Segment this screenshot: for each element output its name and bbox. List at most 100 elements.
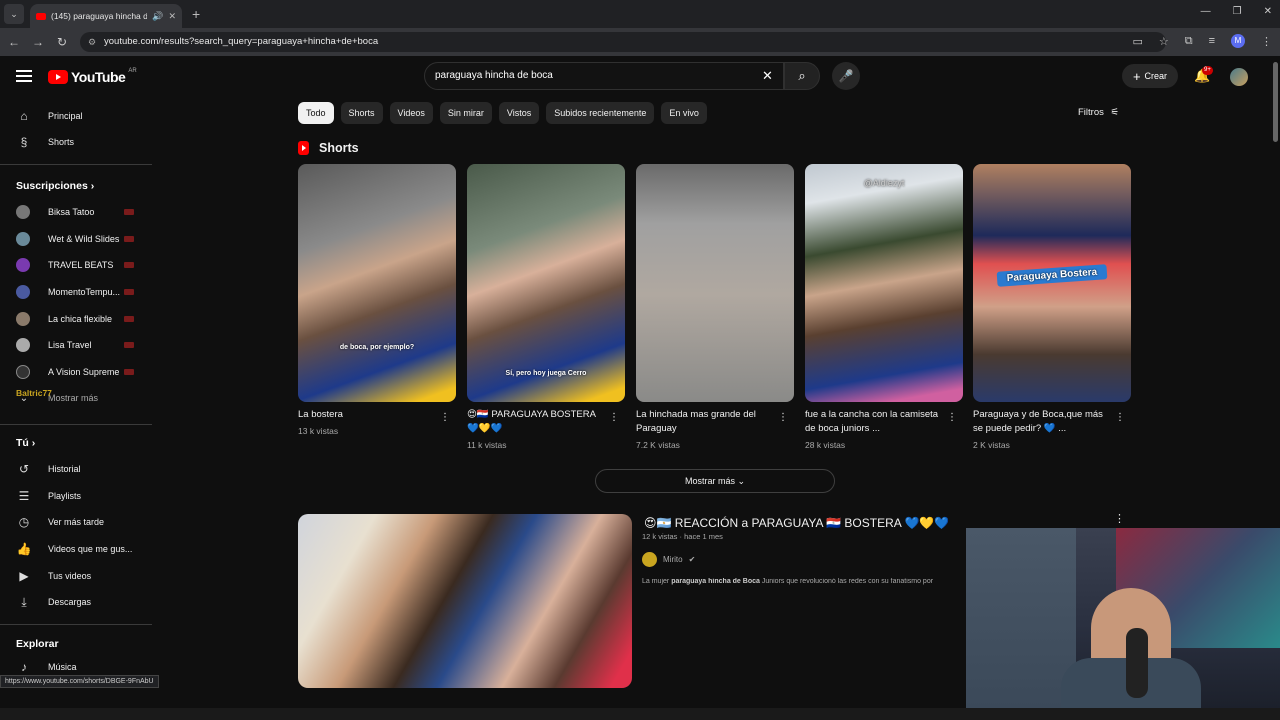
video-thumbnail[interactable] [298,514,632,688]
scrollbar[interactable] [1272,60,1280,708]
verified-icon: ✔ [688,555,696,564]
account-avatar[interactable] [1230,68,1248,86]
search-button[interactable]: ⌕ [784,62,820,90]
sidebar-item-liked-videos[interactable]: 👍 Videos que me gus... [16,539,146,559]
window-close-icon[interactable]: ✕ [1264,6,1272,17]
sidebar-item-principal[interactable]: ⌂ Principal [16,106,146,126]
tab-close-icon[interactable]: ✕ [168,11,176,22]
more-options-icon[interactable]: ⋮ [609,412,619,423]
sidebar-divider [0,624,152,625]
sidebar-item-playlists[interactable]: ☰ Playlists [16,486,146,506]
more-options-icon[interactable]: ⋮ [1115,412,1125,423]
short-card[interactable]: La hinchada mas grande del Paraguay 7.2 … [636,164,794,450]
subscription-label: A Vision Supreme [48,367,120,377]
short-thumbnail[interactable]: Sí, pero hoy juega Cerro [467,164,625,402]
speaker-icon[interactable]: 🔊 [152,11,163,22]
short-views: 7.2 K vistas [636,440,680,450]
sidebar-item-downloads[interactable]: ⤓ Descargas [16,592,146,612]
chip-vistos[interactable]: Vistos [498,102,540,124]
short-card[interactable]: Paraguaya Bostera Paraguaya y de Boca,qu… [973,164,1131,450]
more-options-icon[interactable]: ⋮ [778,412,788,423]
short-title[interactable]: Paraguaya y de Boca,que más se puede ped… [973,408,1111,436]
subscription-label: MomentoTempu... [48,287,121,297]
chip-shorts[interactable]: Shorts [340,102,383,124]
sidebar-item-historial[interactable]: ↺ Historial [16,459,146,479]
sidebar: ⌂ Principal § Shorts Suscripciones › Bik… [0,98,152,688]
address-bar[interactable]: ⚙ youtube.com/results?search_query=parag… [80,32,1166,52]
short-thumbnail[interactable]: @Aldiezyt [805,164,963,402]
scrollbar-thumb[interactable] [1273,62,1278,142]
sidebar-item-label: Música [48,662,77,672]
short-title[interactable]: fue a la cancha con la camiseta de boca … [805,408,943,436]
reload-icon[interactable]: ↻ [50,35,74,49]
video-title[interactable]: 😍🇦🇷 REACCIÓN a PARAGUAYA 🇵🇾 BOSTERA 💙💛💙 [644,516,949,530]
sidebar-item-shorts[interactable]: § Shorts [16,132,146,152]
youtube-logo[interactable]: YouTube AR [48,68,137,85]
chip-todo[interactable]: Todo [298,102,334,124]
chip-subidos-recientemente[interactable]: Subidos recientemente [546,102,655,124]
sidebar-divider [0,164,152,165]
voice-search-button[interactable]: 🎤 [832,62,860,90]
subscription-label: Biksa Tatoo [48,207,95,217]
maximize-icon[interactable]: ❐ [1233,6,1242,17]
short-card[interactable]: de boca, por ejemplo? La bostera 13 k vi… [298,164,456,436]
url-text: youtube.com/results?search_query=paragua… [104,36,379,47]
channel-avatar [16,258,30,272]
short-thumbnail[interactable]: Paraguaya Bostera [973,164,1131,402]
home-icon: ⌂ [20,109,28,123]
forward-icon[interactable]: → [26,35,50,49]
sidebar-item-music[interactable]: ♪ Música [16,657,146,677]
short-views: 28 k vistas [805,440,846,450]
browser-menu-icon[interactable]: ⋮ [1261,35,1272,48]
sidebar-item-watch-later[interactable]: ◷ Ver más tarde [16,512,146,532]
subscriptions-heading[interactable]: Suscripciones › [16,180,94,192]
short-card[interactable]: Sí, pero hoy juega Cerro 😍🇵🇾 PARAGUAYA B… [467,164,625,450]
channel-avatar [16,338,30,352]
create-button[interactable]: + Crear [1122,64,1178,88]
hamburger-menu-icon[interactable] [16,70,32,82]
profile-avatar[interactable]: M [1231,34,1245,48]
sidebar-item-your-videos[interactable]: ▶ Tus videos [16,566,146,586]
filter-chips: Todo Shorts Videos Sin mirar Vistos Subi… [298,102,707,124]
filters-button[interactable]: Filtros ⚟ [1078,107,1119,118]
minimize-icon[interactable]: — [1201,6,1211,17]
short-thumbnail[interactable] [636,164,794,402]
microphone-icon [1126,628,1148,698]
media-control-icon[interactable]: ≡ [1209,35,1215,47]
short-overlay-text: de boca, por ejemplo? [339,344,415,351]
plus-icon: + [1132,68,1141,84]
filters-icon: ⚟ [1110,107,1120,118]
search-icon: ⌕ [798,68,806,83]
bottom-bar [0,708,1280,720]
site-info-icon[interactable]: ⚙ [88,32,96,52]
short-thumbnail[interactable]: de boca, por ejemplo? [298,164,456,402]
shorts-heading-text: Shorts [319,141,359,155]
search-input[interactable]: paraguaya hincha de boca [424,62,784,90]
browser-tab[interactable]: (145) paraguaya hincha de boca - YouTube… [30,4,182,28]
chip-sin-mirar[interactable]: Sin mirar [439,102,492,124]
short-title[interactable]: La bostera [298,408,436,422]
chip-videos[interactable]: Videos [389,102,433,124]
new-tab-button[interactable]: + [192,6,200,22]
clear-search-icon[interactable]: ✕ [762,68,773,84]
shorts-logo-icon [298,141,309,155]
channel-link[interactable]: Mirito ✔ [642,552,695,567]
extensions-icon[interactable]: ⧉ [1185,35,1193,48]
back-icon[interactable]: ← [2,35,26,49]
short-title[interactable]: La hinchada mas grande del Paraguay [636,408,774,436]
more-options-icon[interactable]: ⋮ [440,412,450,423]
more-options-icon[interactable]: ⋮ [947,412,957,423]
youtube-favicon-icon [36,12,46,20]
create-label: Crear [1144,71,1168,81]
more-options-icon[interactable]: ⋮ [1114,512,1125,525]
you-heading[interactable]: Tú › [16,437,35,449]
short-overlay-text: Sí, pero hoy juega Cerro [505,370,587,377]
short-title[interactable]: 😍🇵🇾 PARAGUAYA BOSTERA 💙💛💙 [467,408,605,436]
chip-en-vivo[interactable]: En vivo [661,102,707,124]
filters-label: Filtros [1078,107,1104,118]
cast-icon[interactable]: ▭ [1132,35,1142,48]
bookmark-star-icon[interactable]: ☆ [1159,35,1169,48]
show-more-shorts-button[interactable]: Mostrar más ⌄ [595,469,835,493]
tab-search-button[interactable]: ⌄ [4,4,24,24]
short-card[interactable]: @Aldiezyt fue a la cancha con la camiset… [805,164,963,450]
